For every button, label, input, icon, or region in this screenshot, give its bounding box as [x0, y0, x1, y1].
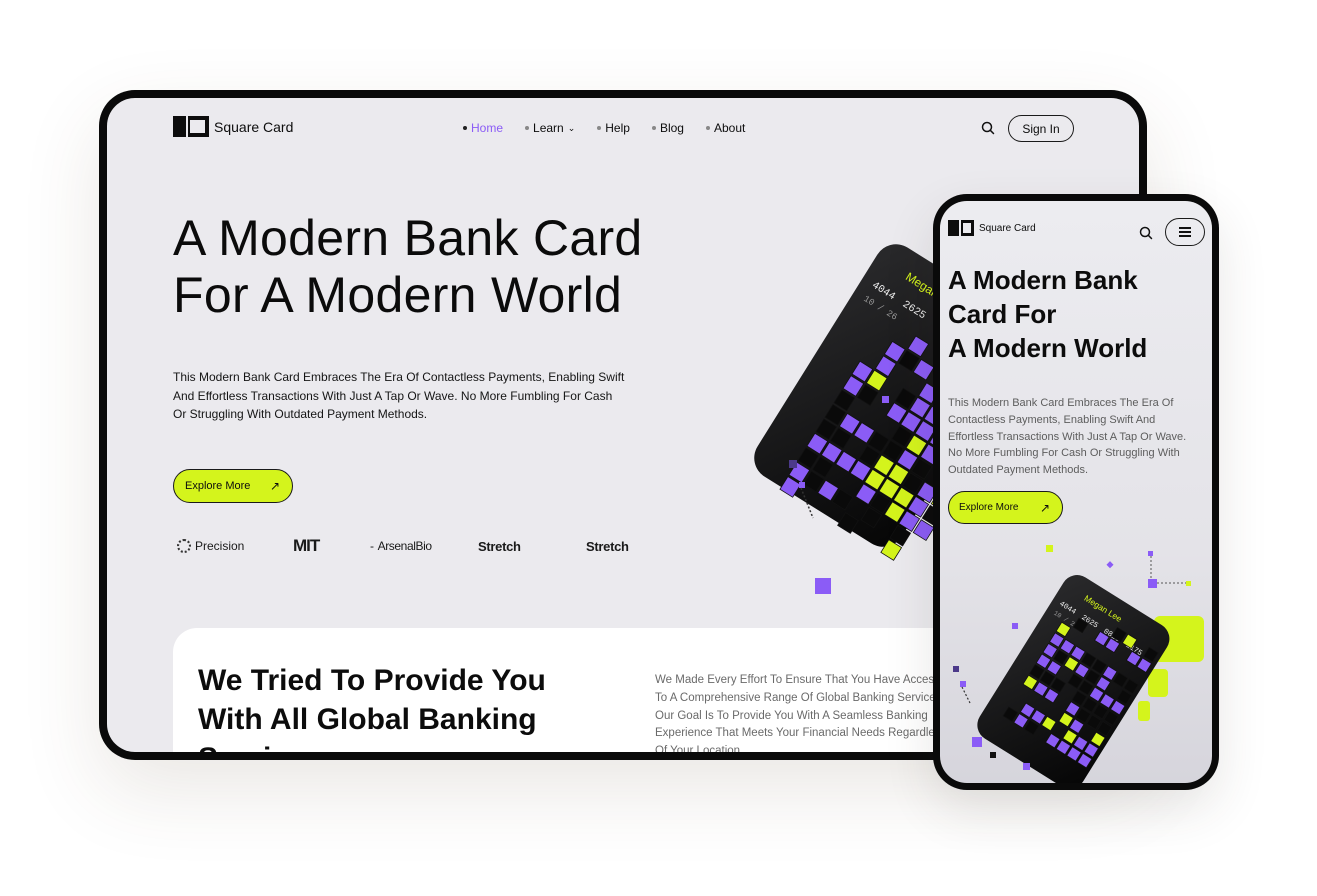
- button-label: Explore More: [959, 502, 1019, 513]
- brand-name: Square Card: [214, 118, 294, 135]
- partner-name: Precision: [195, 539, 245, 553]
- logo-mark-icon: [948, 220, 974, 236]
- nav-label: Home: [471, 121, 504, 135]
- search-icon: [981, 121, 995, 135]
- bullet-dot: [705, 126, 710, 130]
- hero-title-mobile: A Modern Bank Card For A Modern World: [948, 263, 1198, 365]
- hero-title-line: A Modern Bank: [948, 265, 1138, 295]
- partner-name: ArsenalBio: [377, 539, 432, 553]
- section-description: We Made Every Effort To Ensure That You …: [655, 674, 947, 752]
- brand-logo-mobile[interactable]: Square Card: [948, 220, 1036, 236]
- bullet-dot: [597, 126, 602, 130]
- nav-item-about[interactable]: About: [705, 121, 746, 135]
- partner-logo-precision: Precision: [177, 539, 244, 553]
- bullet-dot: [525, 126, 530, 130]
- partner-logo-stretch-2: Stretch: [586, 539, 629, 554]
- nav-item-learn[interactable]: Learn ⌄: [525, 121, 575, 135]
- partner-name: Stretch: [586, 538, 629, 554]
- chevron-down-icon: ⌄: [567, 122, 576, 133]
- hamburger-icon: [1179, 226, 1191, 229]
- button-label: Explore More: [185, 480, 251, 492]
- hero-description-mobile: This Modern Bank Card Embraces The Era O…: [948, 397, 1187, 477]
- phone-screen: Square Card A Modern Bank Card For A Mod…: [940, 201, 1212, 783]
- bullet-dot: [651, 126, 656, 130]
- nav-label: Blog: [659, 121, 684, 135]
- bullet-dot: [463, 126, 467, 130]
- explore-more-button-mobile[interactable]: Explore More ↗: [948, 491, 1063, 524]
- precision-dots-icon: [177, 539, 191, 553]
- arrow-up-right-icon: ↗: [1039, 500, 1050, 515]
- sign-in-button[interactable]: Sign In: [1008, 115, 1074, 142]
- nav-label: Help: [605, 121, 630, 135]
- nav-item-help[interactable]: Help: [597, 121, 630, 135]
- explore-more-button[interactable]: Explore More ↗: [173, 469, 293, 503]
- hero-description: This Modern Bank Card Embraces The Era O…: [173, 370, 625, 421]
- main-menu: Home Learn ⌄ Help Blog About: [463, 121, 767, 135]
- nav-item-blog[interactable]: Blog: [651, 121, 684, 135]
- hero-title-line: A Modern Bank Card: [173, 210, 643, 266]
- hero-title-line: For A Modern World: [173, 267, 623, 323]
- nav-item-home[interactable]: Home: [463, 121, 503, 135]
- search-button-mobile[interactable]: [1139, 226, 1153, 240]
- bank-card-illustration-mobile: Megan Lee 4044 2625 0828 1175 10 / 26: [953, 545, 1204, 783]
- partner-name: MIT: [293, 536, 320, 555]
- arrow-up-right-icon: ↗: [269, 479, 280, 493]
- search-button[interactable]: [981, 121, 995, 135]
- hamburger-menu-button[interactable]: [1165, 218, 1205, 246]
- partner-logo-mit: MIT: [293, 536, 320, 556]
- partner-logo-stretch: Stretch: [478, 539, 521, 554]
- top-nav: Square Card Home Learn ⌄ Help Blog About …: [107, 98, 1139, 168]
- phone-frame: Square Card A Modern Bank Card For A Mod…: [933, 194, 1219, 790]
- hero-title: A Modern Bank Card For A Modern World: [173, 210, 733, 324]
- partner-logo-arsenalbio: - ArsenalBio: [370, 539, 432, 553]
- hero-title-line: A Modern World: [948, 333, 1148, 363]
- nav-label: Learn: [533, 121, 564, 135]
- section-title: We Tried To Provide You With All Global …: [198, 664, 546, 752]
- nav-label: About: [713, 121, 746, 135]
- hero-title-line: Card For: [948, 299, 1057, 329]
- logo-mark-icon: [173, 116, 209, 137]
- brand-logo[interactable]: Square Card: [173, 116, 293, 137]
- brand-name: Square Card: [979, 222, 1036, 234]
- partner-name: Stretch: [478, 538, 521, 554]
- search-icon: [1139, 226, 1153, 240]
